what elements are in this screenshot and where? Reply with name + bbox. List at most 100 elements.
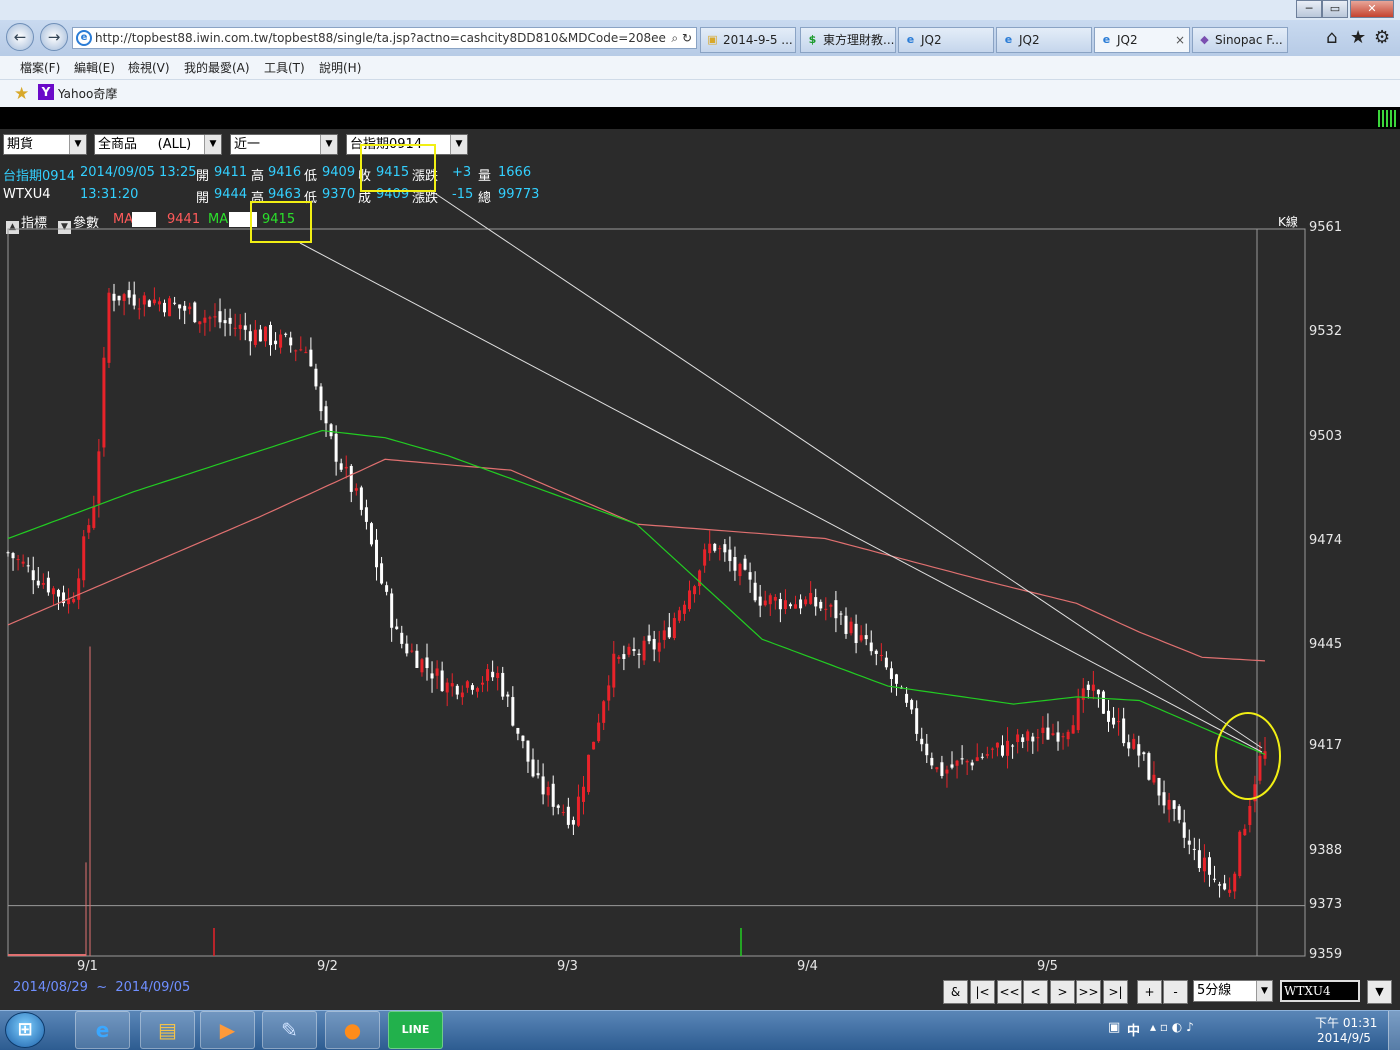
candle-body xyxy=(496,672,500,678)
candle-body xyxy=(773,596,777,601)
chart-control-button[interactable]: >> xyxy=(1076,980,1101,1004)
chart-control-button[interactable]: - xyxy=(1163,980,1188,1004)
candle-body xyxy=(178,304,182,309)
candle-body xyxy=(819,601,823,609)
candle-body xyxy=(304,352,308,354)
candle-body xyxy=(1127,742,1131,749)
candle-body xyxy=(314,368,318,387)
candle-body xyxy=(763,600,767,606)
taskbar-media-player[interactable]: ▶ xyxy=(200,1011,255,1049)
candle-body xyxy=(1107,710,1111,722)
candle-body xyxy=(223,320,227,324)
y-tick-label: 9561 xyxy=(1309,220,1343,235)
candle-body xyxy=(1011,745,1015,747)
candle-body xyxy=(284,333,288,335)
candle-body xyxy=(460,692,464,698)
x-tick-label: 9/3 xyxy=(557,959,578,974)
candle-body xyxy=(920,738,924,745)
symbol-code-value: WTXU4 xyxy=(1284,984,1331,998)
candle-body xyxy=(667,627,671,638)
candle-body xyxy=(1213,878,1217,880)
candle-body xyxy=(884,657,888,668)
candle-body xyxy=(794,604,798,609)
candle-body xyxy=(87,525,91,533)
candle-body xyxy=(869,642,873,652)
line-app-icon: LINE xyxy=(401,1023,430,1036)
candle-body xyxy=(1238,831,1242,877)
kline-chart[interactable] xyxy=(0,0,1400,1010)
candle-body xyxy=(435,668,439,676)
show-desktop-button[interactable] xyxy=(1388,1011,1400,1050)
clock-time[interactable]: 下午 01:31 xyxy=(1315,1014,1377,1031)
candle-body xyxy=(768,595,772,605)
candle-body xyxy=(127,290,131,298)
candle-body xyxy=(253,329,257,345)
candle-body xyxy=(1026,731,1030,741)
chart-control-button[interactable]: > xyxy=(1050,980,1075,1004)
chart-control-button[interactable]: + xyxy=(1137,980,1162,1004)
ma-line-short xyxy=(7,429,1266,756)
clock-date[interactable]: 2014/9/5 xyxy=(1317,1031,1371,1045)
candle-body xyxy=(450,683,454,687)
candle-body xyxy=(299,349,303,351)
candle-body xyxy=(940,762,944,776)
tray-language-indicator[interactable]: 中 xyxy=(1127,1020,1140,1039)
candle-body xyxy=(935,767,939,770)
candle-body xyxy=(324,406,328,424)
candle-body xyxy=(203,317,207,323)
candle-body xyxy=(874,650,878,654)
candle-body xyxy=(556,805,560,808)
chart-control-button[interactable]: |< xyxy=(970,980,995,1004)
candle-body xyxy=(1132,738,1136,749)
taskbar-ie[interactable]: e xyxy=(75,1011,130,1049)
candle-body xyxy=(208,317,212,319)
candle-body xyxy=(168,298,172,317)
candle-body xyxy=(51,588,55,595)
start-button[interactable]: ⊞ xyxy=(5,1012,45,1048)
candle-body xyxy=(910,700,914,710)
candle-body xyxy=(26,565,30,567)
candle-body xyxy=(263,326,267,342)
chart-control-button[interactable]: >| xyxy=(1103,980,1128,1004)
chevron-down-icon: ▼ xyxy=(1375,985,1384,998)
candle-body xyxy=(430,673,434,679)
candle-body xyxy=(1076,698,1080,731)
tray-ime-icon[interactable]: ▣ xyxy=(1108,1020,1120,1035)
candle-body xyxy=(440,670,444,692)
candle-body xyxy=(1036,737,1040,739)
candle-body xyxy=(354,488,358,491)
candle-body xyxy=(662,630,666,640)
candle-body xyxy=(375,539,379,568)
candle-body xyxy=(344,466,348,469)
period-select[interactable]: 5分線 ▼ xyxy=(1193,980,1273,1002)
candle-body xyxy=(82,536,86,581)
candle-body xyxy=(1223,883,1227,890)
chart-control-button[interactable]: << xyxy=(997,980,1022,1004)
symbol-code-dropdown-button[interactable]: ▼ xyxy=(1367,980,1392,1004)
candle-body xyxy=(1233,873,1237,892)
y-tick-label: 9474 xyxy=(1309,533,1343,549)
symbol-code-input[interactable]: WTXU4 xyxy=(1280,980,1360,1002)
candle-body xyxy=(985,754,989,756)
candle-body xyxy=(738,563,742,577)
candle-body xyxy=(506,694,510,697)
candle-body xyxy=(294,350,298,352)
chart-type-label: K線 xyxy=(1278,215,1298,229)
chart-control-button[interactable]: < xyxy=(1023,980,1048,1004)
candle-body xyxy=(753,582,757,601)
taskbar-painter[interactable]: ✎ xyxy=(262,1011,317,1049)
candle-body xyxy=(718,548,722,550)
candle-body xyxy=(566,806,570,825)
candle-body xyxy=(72,598,76,603)
candle-body xyxy=(1086,684,1090,690)
tray-status-icons[interactable]: ▴ ▫ ◐ ♪ xyxy=(1150,1020,1194,1034)
candle-body xyxy=(1167,799,1171,810)
candle-body xyxy=(1182,822,1186,838)
chart-control-button[interactable]: & xyxy=(943,980,968,1004)
candle-body xyxy=(587,754,591,793)
taskbar-orange-app[interactable]: ● xyxy=(325,1011,380,1049)
taskbar-line[interactable]: LINE xyxy=(388,1011,443,1049)
candle-body xyxy=(1258,755,1262,781)
candle-body xyxy=(465,681,469,688)
taskbar-explorer[interactable]: ▤ xyxy=(140,1011,195,1049)
